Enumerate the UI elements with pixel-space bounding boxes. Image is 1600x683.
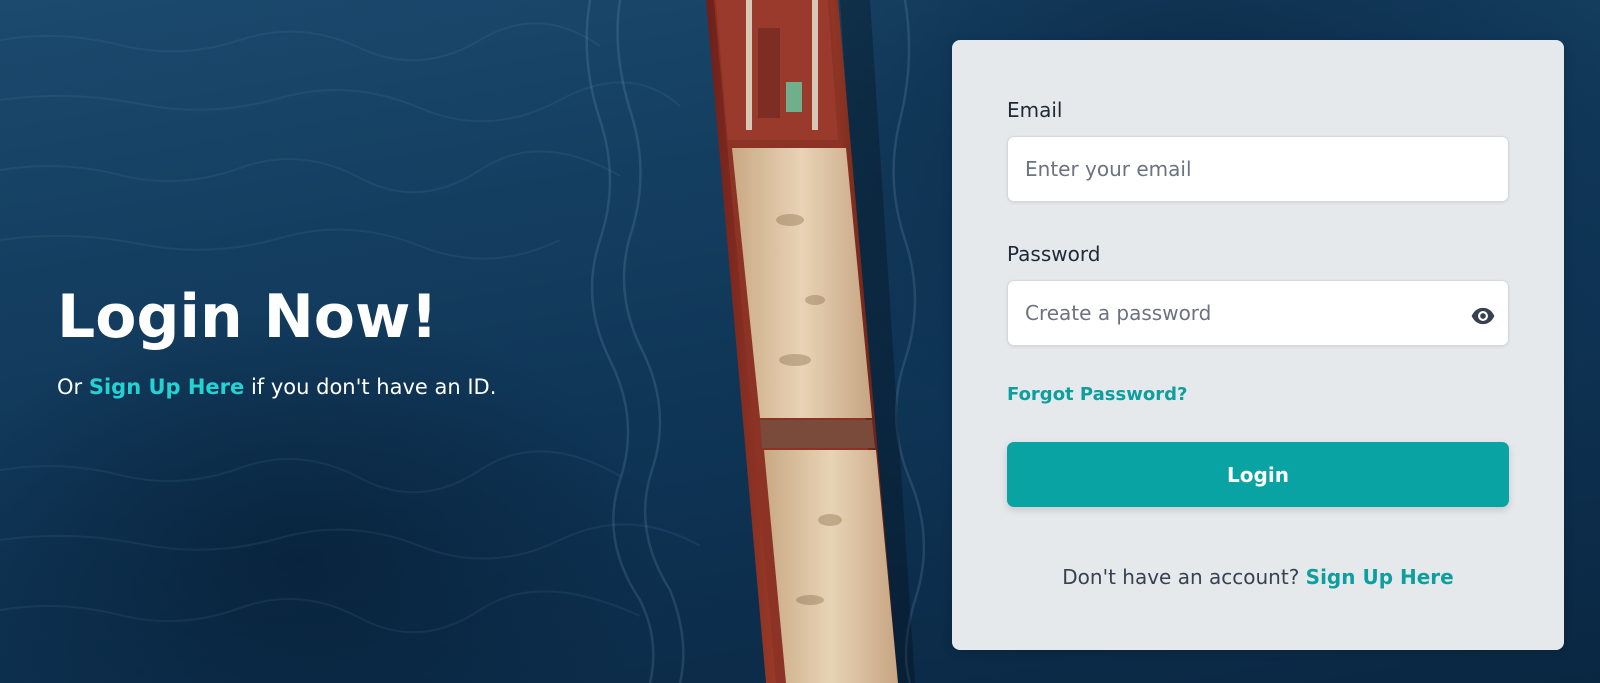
hero-subtitle: Or Sign Up Here if you don't have an ID. bbox=[57, 372, 496, 402]
login-button[interactable]: Login bbox=[1007, 442, 1509, 507]
hero-subtitle-prefix: Or bbox=[57, 375, 89, 399]
signup-link[interactable]: Sign Up Here bbox=[1306, 565, 1454, 589]
signup-prompt: Don't have an account? Sign Up Here bbox=[952, 565, 1564, 589]
forgot-password-link[interactable]: Forgot Password? bbox=[1007, 384, 1187, 405]
signup-prompt-text: Don't have an account? bbox=[1062, 565, 1306, 589]
email-label: Email bbox=[1007, 98, 1063, 122]
hero-signup-link[interactable]: Sign Up Here bbox=[89, 375, 244, 399]
page-title: Login Now! bbox=[57, 282, 438, 352]
email-input[interactable] bbox=[1007, 136, 1509, 202]
login-card: Email Password Forgot Password? Login Do… bbox=[952, 40, 1564, 650]
eye-icon[interactable] bbox=[1470, 303, 1496, 329]
password-label: Password bbox=[1007, 242, 1101, 266]
hero-subtitle-suffix: if you don't have an ID. bbox=[244, 375, 497, 399]
password-input[interactable] bbox=[1007, 280, 1509, 346]
hero-section: Login Now! Or Sign Up Here if you don't … bbox=[57, 282, 496, 402]
login-page: Login Now! Or Sign Up Here if you don't … bbox=[0, 0, 1600, 683]
